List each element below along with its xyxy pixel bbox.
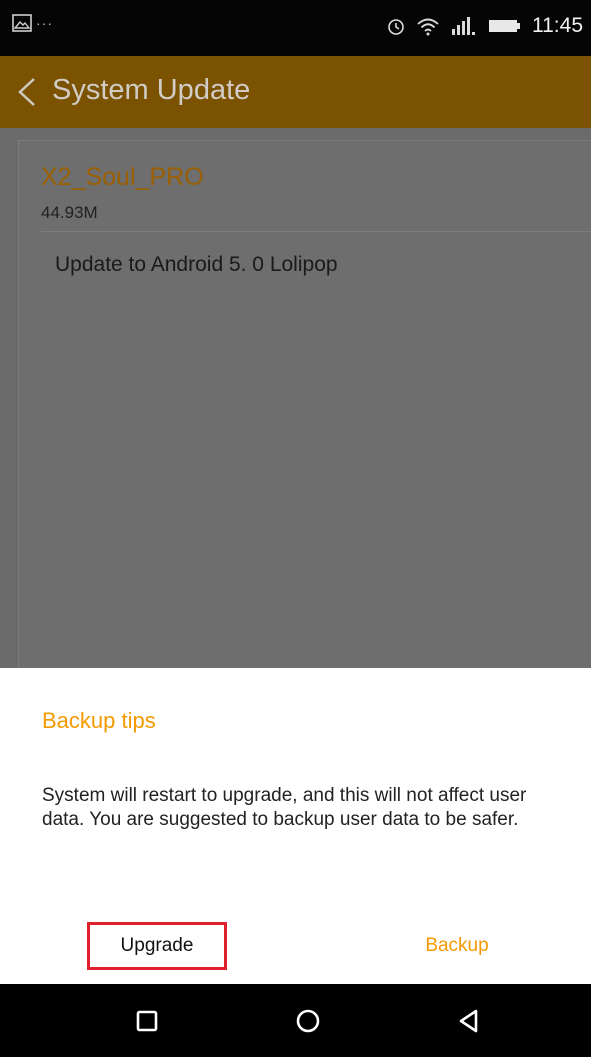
app-bar: System Update [0, 56, 591, 128]
backup-tips-dialog: Backup tips System will restart to upgra… [0, 668, 591, 984]
content-area: X2_Soul_PRO 44.93M Update to Android 5. … [0, 128, 591, 680]
backup-button[interactable]: Backup [392, 922, 522, 970]
wifi-icon [417, 18, 439, 36]
package-description: Update to Android 5. 0 Lolipop [55, 253, 338, 276]
package-size: 44.93M [41, 203, 98, 222]
back-arrow-icon[interactable] [14, 76, 40, 108]
signal-icon [452, 17, 475, 35]
update-package-card: X2_Soul_PRO 44.93M Update to Android 5. … [18, 140, 591, 680]
dialog-message: System will restart to upgrade, and this… [42, 785, 527, 830]
battery-icon [489, 20, 520, 32]
status-time: 11:45 [532, 14, 583, 37]
status-left: ··· [12, 14, 53, 32]
page-title: System Update [52, 74, 251, 106]
upgrade-button[interactable]: Upgrade [87, 922, 227, 970]
home-icon[interactable] [293, 1006, 323, 1036]
recent-apps-icon[interactable] [132, 1006, 162, 1036]
dialog-title: Backup tips [42, 708, 156, 733]
status-bar: ··· 11:45 [0, 0, 591, 56]
status-right: 11:45 [386, 14, 583, 38]
back-icon[interactable] [454, 1006, 484, 1036]
card-divider [41, 231, 591, 232]
alarm-icon [388, 19, 404, 35]
package-name: X2_Soul_PRO [41, 163, 204, 191]
gallery-notification-icon [12, 14, 32, 32]
navigation-bar [0, 984, 591, 1057]
notification-more-dots: ··· [36, 15, 53, 31]
